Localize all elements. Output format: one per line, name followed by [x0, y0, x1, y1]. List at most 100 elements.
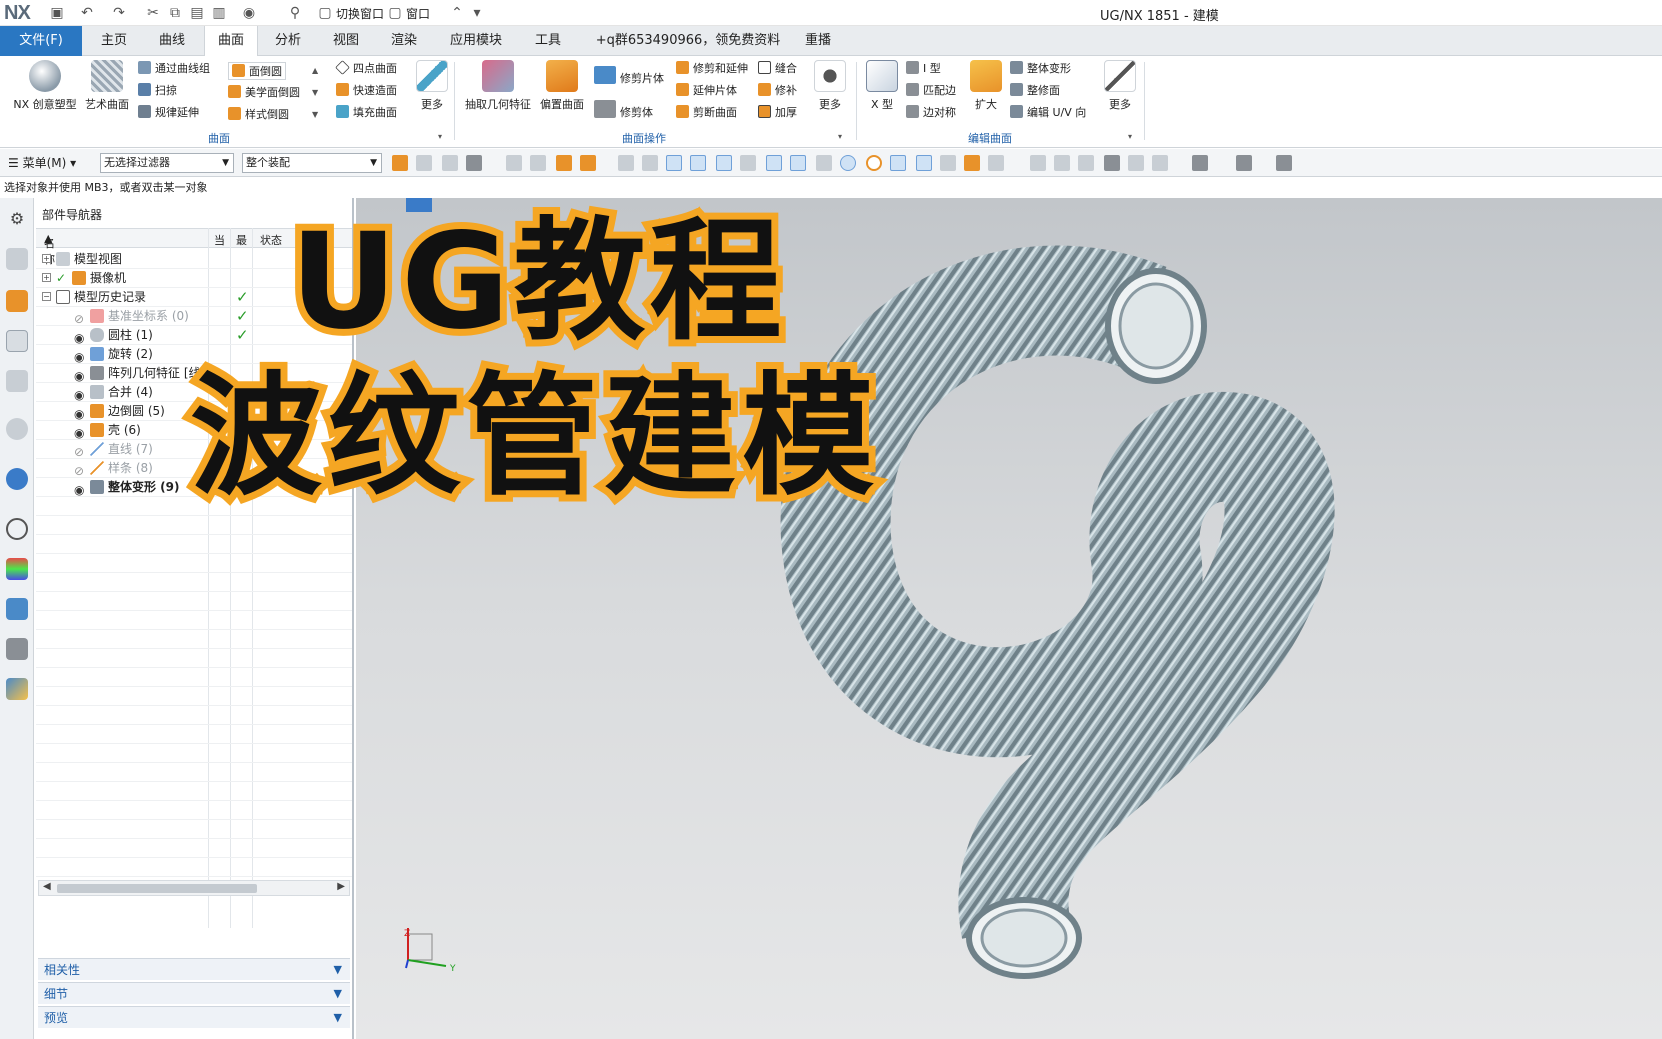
hd3d-tools-icon[interactable] [6, 418, 28, 440]
gallery-expand-icon[interactable]: ▼ [312, 110, 318, 119]
tab-home[interactable]: 主页 [90, 26, 138, 56]
gallery-up-icon[interactable]: ▲ [312, 66, 318, 75]
window-menu-icon[interactable]: ▢ [386, 4, 404, 22]
column-name[interactable]: 名称 ▲ [44, 232, 55, 266]
point-snap-icon[interactable] [530, 155, 546, 171]
extend-sheet-button[interactable]: 延伸片体 [676, 82, 737, 100]
surface-ops-group-dropdown-icon[interactable]: ▾ [838, 132, 842, 141]
midpoint-snap-icon[interactable] [716, 155, 732, 171]
switch-window-button[interactable]: 切换窗口 [336, 5, 384, 22]
scroll-left-icon[interactable]: ◀ [43, 881, 51, 892]
fit-view-icon[interactable] [1030, 155, 1046, 171]
crosshair-snap-icon[interactable] [666, 155, 682, 171]
trim-body-button[interactable]: 修剪体 [594, 100, 653, 119]
copy-icon[interactable]: ⧉ [166, 4, 184, 22]
tangent-snap-icon[interactable] [916, 155, 932, 171]
surface-more-button[interactable]: 更多 [412, 60, 452, 112]
details-panel[interactable]: 细节 ▼ [38, 982, 350, 1004]
four-point-surface-button[interactable]: 四点曲面 [335, 60, 397, 78]
existing-point-icon[interactable] [988, 155, 1004, 171]
nx-creative-button[interactable]: NX 创意塑型 [10, 60, 80, 112]
layer-settings-icon[interactable] [1276, 155, 1292, 171]
redo-icon[interactable]: ↷ [110, 4, 128, 22]
collapse-ribbon-icon[interactable]: ⌃ [448, 4, 466, 22]
tab-promo[interactable]: +q群653490966，领免费资料 [588, 26, 788, 56]
expand-icon[interactable]: + [42, 254, 51, 263]
tab-view[interactable]: 视图 [322, 26, 370, 56]
tab-analysis[interactable]: 分析 [264, 26, 312, 56]
scroll-right-icon[interactable]: ▶ [337, 881, 345, 892]
art-surface-button[interactable]: 艺术曲面 [80, 60, 134, 112]
aesthetic-face-blend-button[interactable]: 美学面倒圆 [228, 84, 300, 102]
sweep-button[interactable]: 扫掠 [138, 82, 177, 100]
fill-surface-button[interactable]: 填充曲面 [336, 104, 397, 122]
assembly-navigator-icon[interactable] [6, 248, 28, 270]
edge-symmetry-button[interactable]: 边对称 [906, 104, 956, 122]
switch-window-icon[interactable]: ▢ [316, 4, 334, 22]
type-filter-icon[interactable] [466, 155, 482, 171]
edit-uv-button[interactable]: 编辑 U/V 向 [1010, 104, 1086, 122]
process-studio-icon[interactable] [6, 598, 28, 620]
curve-snap-icon[interactable] [740, 155, 756, 171]
settings-gear-icon[interactable]: ⚙ [6, 208, 28, 230]
match-edge-button[interactable]: 匹配边 [906, 82, 956, 100]
edit-section-icon[interactable] [1236, 155, 1252, 171]
gallery-down-icon[interactable]: ▼ [312, 88, 318, 97]
dependencies-panel[interactable]: 相关性 ▼ [38, 958, 350, 980]
role-icon[interactable] [6, 678, 28, 700]
select-feature-icon[interactable] [392, 155, 408, 171]
enlarge-button[interactable]: 扩大 [966, 60, 1006, 112]
constraint-navigator-icon[interactable] [6, 290, 28, 312]
global-shaping-button[interactable]: 整体变形 [1010, 60, 1071, 78]
column-latest[interactable]: 最 [236, 232, 247, 248]
sew-button[interactable]: 缝合 [758, 60, 797, 78]
spline-snap-icon[interactable] [790, 155, 806, 171]
shaded-icon[interactable] [1104, 155, 1120, 171]
trim-sheet-button[interactable]: 修剪片体 [594, 66, 664, 85]
history-clock-icon[interactable] [6, 518, 28, 540]
edit-surface-more-button[interactable]: 更多 [1100, 60, 1140, 112]
show-snap-icon[interactable] [556, 155, 572, 171]
control-point-snap-icon[interactable] [766, 155, 782, 171]
file-menu-tab[interactable]: 文件(F) [0, 26, 82, 56]
intersection-snap-icon[interactable] [964, 155, 980, 171]
tab-curve[interactable]: 曲线 [148, 26, 196, 56]
patch-button[interactable]: 修补 [758, 82, 797, 100]
through-curve-mesh-button[interactable]: 通过曲线组 [138, 60, 210, 78]
window-menu-button[interactable]: 窗口 [406, 5, 430, 22]
web-browser-icon[interactable] [6, 468, 28, 490]
extract-geometry-button[interactable]: 抽取几何特征 [462, 60, 534, 112]
styled-blend-button[interactable]: 样式倒圆 [228, 106, 289, 124]
edit-surface-group-dropdown-icon[interactable]: ▾ [1128, 132, 1132, 141]
face-select-icon[interactable] [618, 155, 634, 171]
customize-quick-access-icon[interactable]: ▾ [468, 4, 486, 22]
filter-icon[interactable] [442, 155, 458, 171]
column-current[interactable]: 当 [214, 232, 225, 248]
touch-mode-icon[interactable]: ◉ [240, 4, 258, 22]
trim-and-extend-button[interactable]: 修剪和延伸 [676, 60, 748, 78]
bounded-snap-icon[interactable] [940, 155, 956, 171]
endpoint-snap-icon[interactable] [690, 155, 706, 171]
expand-icon[interactable]: + [42, 273, 51, 282]
paste-icon[interactable]: ▤ [188, 4, 206, 22]
tab-render[interactable]: 渲染 [380, 26, 428, 56]
quick-surface-button[interactable]: 快速造面 [336, 82, 397, 100]
collapse-icon[interactable]: − [42, 292, 51, 301]
column-status[interactable]: 状态 [260, 232, 282, 248]
manufacturing-wizard-icon[interactable] [6, 638, 28, 660]
tab-tools[interactable]: 工具 [524, 26, 572, 56]
snap-option-icon[interactable] [506, 155, 522, 171]
selection-filter-dropdown[interactable]: 无选择过滤器 ▼ [100, 153, 234, 173]
perpendicular-snap-icon[interactable] [816, 155, 832, 171]
tab-surface[interactable]: 曲面 [204, 26, 258, 57]
navigator-horizontal-scrollbar[interactable]: ◀ ▶ [38, 880, 350, 896]
thicken-button[interactable]: 加厚 [758, 104, 797, 122]
point-on-curve-icon[interactable] [890, 155, 906, 171]
part-navigator-icon[interactable] [6, 330, 28, 352]
select-component-icon[interactable] [416, 155, 432, 171]
body-select-icon[interactable] [642, 155, 658, 171]
clip-section-icon[interactable] [1152, 155, 1168, 171]
preview-panel[interactable]: 预览 ▼ [38, 1006, 350, 1028]
system-materials-icon[interactable] [6, 558, 28, 580]
repeat-command-icon[interactable]: ▥ [210, 4, 228, 22]
